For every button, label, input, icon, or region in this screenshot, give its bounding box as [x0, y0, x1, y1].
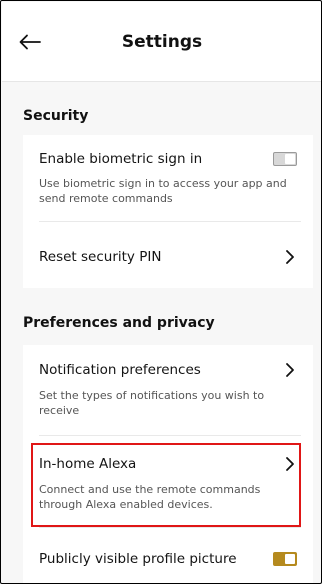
notification-preferences-label: Notification preferences	[39, 362, 201, 378]
preferences-heading: Preferences and privacy	[23, 315, 215, 331]
profile-picture-toggle[interactable]	[273, 552, 297, 566]
biometric-label: Enable biometric sign in	[39, 151, 203, 167]
settings-screen: Settings Security Enable biometric sign …	[0, 0, 322, 584]
toggle-knob	[285, 554, 295, 564]
notification-preferences-row[interactable]: Notification preferences Set the types o…	[23, 345, 313, 435]
notification-preferences-description: Set the types of notifications you wish …	[39, 389, 265, 417]
in-home-alexa-label: In-home Alexa	[39, 456, 137, 472]
reset-pin-label: Reset security PIN	[39, 249, 162, 265]
profile-picture-label: Publicly visible profile picture	[39, 551, 237, 567]
page-title: Settings	[121, 32, 203, 52]
reset-pin-row[interactable]: Reset security PIN	[23, 222, 313, 288]
toggle-knob	[285, 154, 295, 164]
divider	[39, 527, 301, 528]
biometric-toggle[interactable]	[273, 152, 297, 166]
chevron-right-icon	[286, 250, 294, 264]
chevron-right-icon	[286, 363, 294, 377]
security-heading: Security	[23, 108, 89, 124]
chevron-right-icon	[286, 457, 294, 471]
in-home-alexa-row[interactable]: In-home Alexa Connect and use the remote…	[23, 436, 313, 526]
biometric-description: Use biometric sign in to access your app…	[39, 177, 287, 205]
preferences-card: Notification preferences Set the types o…	[23, 345, 313, 583]
in-home-alexa-description: Connect and use the remote commands thro…	[39, 483, 261, 511]
security-card: Enable biometric sign in Use biometric s…	[23, 135, 313, 288]
header: Settings	[2, 2, 321, 82]
